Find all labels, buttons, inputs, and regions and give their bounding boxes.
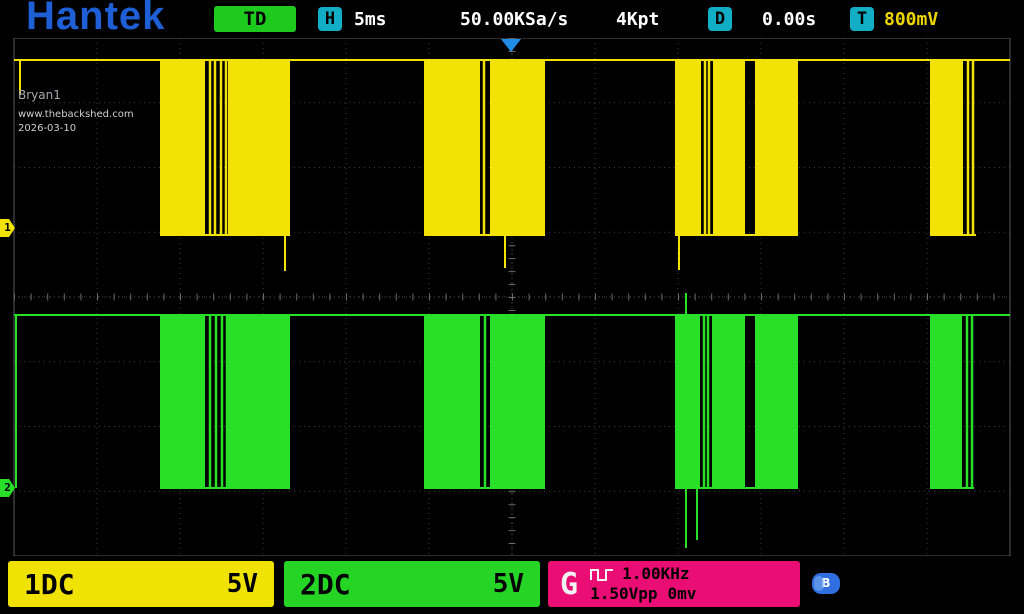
top-status-bar: Hantek TD H 5ms 50.00KSa/s 4Kpt D 0.00s …	[0, 0, 1024, 38]
generator-label: G	[560, 567, 578, 602]
channel1-scale: 5V	[227, 569, 258, 599]
timebase-readout: 5ms	[354, 9, 387, 30]
waveform-canvas	[0, 38, 1024, 556]
trigger-position-marker[interactable]	[501, 39, 521, 52]
annotation-date: 2026-03-10	[18, 123, 134, 134]
trigger-status-badge: TD	[214, 6, 296, 32]
delay-icon: D	[708, 7, 732, 31]
waveform-display: Bryan1 www.thebackshed.com 2026-03-10 1 …	[0, 38, 1024, 556]
bottom-status-bar: 1DC 5V 2DC 5V G 1.00KHz 1.50Vpp 0mv	[0, 556, 1024, 614]
annotation-name: Bryan1	[18, 88, 134, 102]
annotation-url: www.thebackshed.com	[18, 109, 134, 120]
trigger-level-readout: 800mV	[884, 9, 938, 30]
oscilloscope-screen: Hantek TD H 5ms 50.00KSa/s 4Kpt D 0.00s …	[0, 0, 1024, 614]
delay-readout: 0.00s	[762, 9, 816, 30]
graticule	[14, 38, 1010, 556]
user-annotation: Bryan1 www.thebackshed.com 2026-03-10	[18, 88, 134, 134]
traces	[14, 60, 1010, 548]
generator-amplitude: 1.50Vpp	[590, 584, 657, 604]
signal-generator-box[interactable]: G 1.00KHz 1.50Vpp 0mv	[548, 561, 800, 607]
memory-depth-readout: 4Kpt	[616, 9, 659, 30]
channel2-settings-box[interactable]: 2DC 5V	[284, 561, 540, 607]
square-wave-icon	[590, 568, 614, 581]
generator-info: 1.00KHz 1.50Vpp 0mv	[590, 564, 696, 604]
channel2-scale: 5V	[493, 569, 524, 599]
channel1-settings-box[interactable]: 1DC 5V	[8, 561, 274, 607]
generator-offset: 0mv	[668, 584, 697, 604]
generator-frequency: 1.00KHz	[622, 564, 689, 584]
channel1-level-marker[interactable]: 1	[0, 219, 15, 237]
channel2-coupling-label: 2DC	[300, 568, 351, 601]
sample-rate-readout: 50.00KSa/s	[460, 9, 568, 30]
horizontal-icon: H	[318, 7, 342, 31]
trigger-icon: T	[850, 7, 874, 31]
channel1-coupling-label: 1DC	[24, 568, 75, 601]
hantek-logo: Hantek	[26, 0, 165, 39]
channel2-level-marker[interactable]: 2	[0, 479, 15, 497]
b-status-icon: B	[812, 573, 840, 594]
